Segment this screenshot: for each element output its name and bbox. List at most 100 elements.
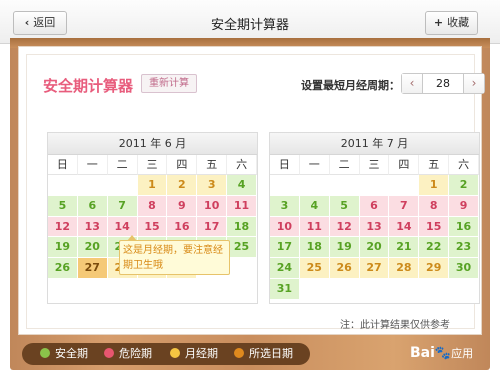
disclaimer-note: 注：此计算结果仅供参考 <box>340 320 450 331</box>
day-cell[interactable]: 19 <box>48 237 78 259</box>
weekday-header: 五 <box>419 155 450 175</box>
empty-cell <box>227 278 257 300</box>
calendar-grid: 日一二三四五六123456789101112131415161718192021… <box>48 155 257 300</box>
day-cell[interactable]: 5 <box>329 195 360 217</box>
weekday-header: 一 <box>77 155 108 175</box>
day-cell[interactable]: 31 <box>270 278 300 300</box>
day-cell[interactable]: 16 <box>449 216 479 238</box>
calculator-panel: 安全期计算器 重新计算 设置最短月经周期： ‹ 28 › 2011 年 6 月 … <box>18 46 485 335</box>
day-cell[interactable]: 21 <box>389 237 420 259</box>
day-cell[interactable]: 3 <box>197 175 228 196</box>
weekday-header: 日 <box>48 155 78 175</box>
calendar-header: 2011 年 6 月 <box>48 133 257 155</box>
plus-icon: + <box>433 16 444 29</box>
weekday-header: 日 <box>270 155 300 175</box>
day-cell[interactable]: 28 <box>389 258 420 279</box>
brand-sub: 应用 <box>451 347 474 360</box>
day-cell[interactable]: 11 <box>299 216 330 238</box>
day-cell[interactable]: 17 <box>270 237 300 259</box>
day-cell[interactable]: 1 <box>419 175 450 196</box>
weekday-header: 二 <box>107 155 138 175</box>
day-cell[interactable]: 7 <box>107 195 138 217</box>
empty-cell <box>329 175 360 196</box>
day-cell[interactable]: 11 <box>227 195 257 217</box>
legend-dot-icon <box>170 348 180 358</box>
day-cell[interactable]: 6 <box>77 195 108 217</box>
weekday-header: 三 <box>137 155 168 175</box>
day-cell[interactable]: 3 <box>270 195 300 217</box>
day-cell[interactable]: 10 <box>270 216 300 238</box>
weekday-header: 二 <box>329 155 360 175</box>
day-cell[interactable]: 16 <box>167 216 198 238</box>
day-cell[interactable]: 20 <box>77 237 108 259</box>
day-cell[interactable]: 17 <box>197 216 228 238</box>
day-cell[interactable]: 18 <box>299 237 330 259</box>
day-cell[interactable]: 25 <box>299 258 330 279</box>
day-cell[interactable]: 6 <box>359 195 390 217</box>
day-cell[interactable]: 13 <box>359 216 390 238</box>
period-tooltip: 这是月经期，要注意经期卫生哦 <box>119 240 230 275</box>
legend-dot-icon <box>104 348 114 358</box>
empty-cell <box>48 278 78 300</box>
day-cell[interactable]: 9 <box>167 195 198 217</box>
day-cell[interactable]: 8 <box>137 195 168 217</box>
day-cell[interactable]: 8 <box>419 195 450 217</box>
calendar-july: 2011 年 7 月 日一二三四五六 1 2 3 4 5 6 7 8 9 10 11 12 13 14 15 1… <box>269 132 480 304</box>
day-cell[interactable]: 26 <box>48 258 78 279</box>
empty-cell <box>77 175 108 196</box>
favorite-button-label: 收藏 <box>447 16 470 29</box>
legend-label: 所选日期 <box>249 347 293 360</box>
day-cell[interactable]: 26 <box>329 258 360 279</box>
legend-item-selected: 所选日期 <box>234 343 293 365</box>
day-cell[interactable]: 1 <box>137 175 168 196</box>
day-cell[interactable]: 4 <box>299 195 330 217</box>
day-cell[interactable]: 30 <box>449 258 479 279</box>
empty-cell <box>107 175 138 196</box>
favorite-button[interactable]: + 收藏 <box>425 11 478 35</box>
weekday-header: 四 <box>167 155 198 175</box>
day-cell[interactable]: 2 <box>167 175 198 196</box>
day-cell[interactable]: 14 <box>389 216 420 238</box>
calendar-grid: 日一二三四五六123456789101112131415161718192021… <box>270 155 479 300</box>
empty-cell <box>197 278 228 300</box>
day-cell[interactable]: 9 <box>449 195 479 217</box>
calculator-panel-inner: 安全期计算器 重新计算 设置最短月经周期： ‹ 28 › 2011 年 6 月 … <box>26 54 485 329</box>
day-cell[interactable]: 22 <box>419 237 450 259</box>
day-cell[interactable]: 24 <box>270 258 300 279</box>
day-cell[interactable]: 27 <box>77 258 108 279</box>
day-cell[interactable]: 25 <box>227 237 257 259</box>
day-cell[interactable]: 15 <box>137 216 168 238</box>
day-cell[interactable]: 15 <box>419 216 450 238</box>
day-cell[interactable]: 7 <box>389 195 420 217</box>
legend-dot-icon <box>40 348 50 358</box>
empty-cell <box>227 258 257 279</box>
cycle-value[interactable]: 28 <box>423 74 463 93</box>
cycle-increase-button[interactable]: › <box>463 74 484 93</box>
day-cell[interactable]: 4 <box>227 175 257 196</box>
empty-cell <box>137 278 168 300</box>
day-cell[interactable]: 27 <box>359 258 390 279</box>
day-cell[interactable]: 10 <box>197 195 228 217</box>
cycle-decrease-button[interactable]: ‹ <box>402 74 423 93</box>
day-cell[interactable]: 29 <box>419 258 450 279</box>
day-cell[interactable]: 19 <box>329 237 360 259</box>
empty-cell <box>359 278 390 300</box>
day-cell[interactable]: 20 <box>359 237 390 259</box>
day-cell[interactable]: 23 <box>449 237 479 259</box>
app-title: 安全期计算器 <box>43 77 134 95</box>
empty-cell <box>389 175 420 196</box>
weekday-header: 六 <box>449 155 479 175</box>
recalculate-button[interactable]: 重新计算 <box>141 74 197 93</box>
day-cell[interactable]: 12 <box>329 216 360 238</box>
day-cell[interactable]: 18 <box>227 216 257 238</box>
weekday-header: 六 <box>227 155 257 175</box>
day-cell[interactable]: 5 <box>48 195 78 217</box>
calendar-header: 2011 年 7 月 <box>270 133 479 155</box>
day-cell[interactable]: 13 <box>77 216 108 238</box>
empty-cell <box>270 175 300 196</box>
weekday-header: 四 <box>389 155 420 175</box>
legend-item-period: 月经期 <box>170 343 218 365</box>
day-cell[interactable]: 2 <box>449 175 479 196</box>
day-cell[interactable]: 12 <box>48 216 78 238</box>
empty-cell <box>329 278 360 300</box>
